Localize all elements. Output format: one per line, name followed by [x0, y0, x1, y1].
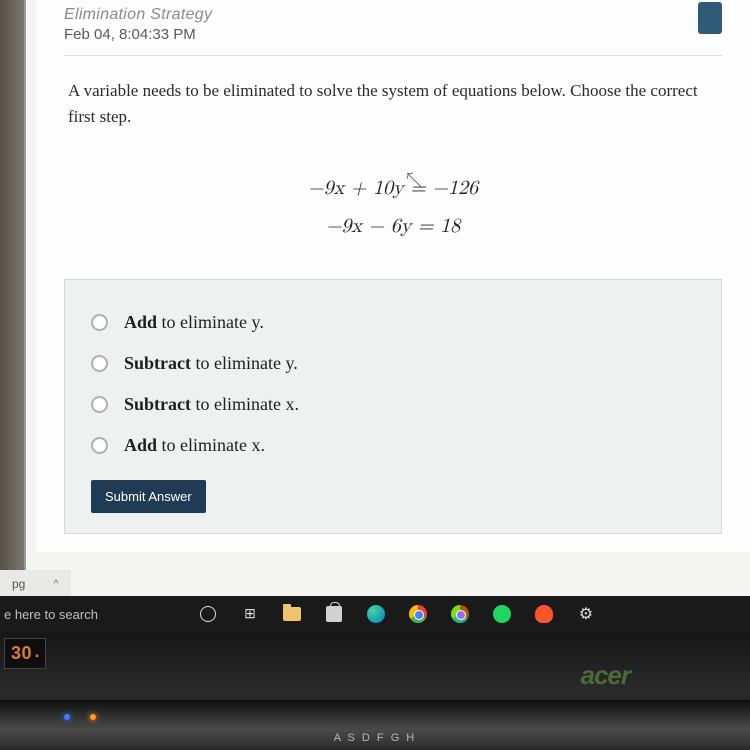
- brave-icon[interactable]: [534, 604, 554, 624]
- keyboard-keys: A S D F G H: [0, 732, 750, 744]
- laptop-brand-logo: acer: [581, 660, 631, 691]
- windows-taskbar: e here to search ⊞ ⚙: [0, 596, 750, 632]
- option-subtract-eliminate-y[interactable]: Subtract to eliminate y.: [91, 343, 695, 384]
- option-add-eliminate-x[interactable]: Add to eliminate x.: [91, 425, 695, 466]
- radio-icon: [91, 396, 108, 413]
- chevron-up-icon[interactable]: ^: [53, 578, 58, 590]
- option-subtract-eliminate-x[interactable]: Subtract to eliminate x.: [91, 384, 695, 425]
- photo-edge: [0, 0, 24, 598]
- task-view-icon[interactable]: ⊞: [240, 604, 260, 624]
- answer-choice-box: Add to eliminate y. Subtract to eliminat…: [64, 279, 722, 534]
- question-panel: Elimination Strategy Feb 04, 8:04:33 PM …: [36, 0, 750, 552]
- laptop-model-badge: 30 ▪: [4, 638, 46, 669]
- file-ext-fragment: pg: [12, 577, 25, 591]
- option-label: Subtract to eliminate x.: [124, 394, 299, 415]
- power-led-icon: [64, 714, 70, 720]
- cortana-icon[interactable]: [198, 604, 218, 624]
- taskbar-icons: ⊞ ⚙: [198, 604, 596, 624]
- spotify-icon[interactable]: [492, 604, 512, 624]
- radio-icon: [91, 314, 108, 331]
- edge-icon[interactable]: [366, 604, 386, 624]
- timestamp: Feb 04, 8:04:33 PM: [64, 26, 212, 43]
- option-label: Subtract to eliminate y.: [124, 353, 298, 374]
- status-leds: [64, 714, 96, 720]
- module-title: Elimination Strategy: [64, 6, 212, 24]
- question-prompt: A variable needs to be eliminated to sol…: [64, 56, 722, 139]
- battery-led-icon: [90, 714, 96, 720]
- settings-icon[interactable]: ⚙: [576, 604, 596, 624]
- equation-1: −9x + 10y = −126: [308, 178, 478, 198]
- submit-answer-button[interactable]: Submit Answer: [91, 480, 206, 513]
- equation-2: −9x − 6y = 18: [326, 216, 460, 236]
- option-label: Add to eliminate y.: [124, 312, 264, 333]
- download-tray: pg ^: [0, 570, 71, 598]
- option-add-eliminate-y[interactable]: Add to eliminate y.: [91, 302, 695, 343]
- option-label: Add to eliminate x.: [124, 435, 265, 456]
- search-input[interactable]: e here to search: [4, 607, 198, 622]
- file-explorer-icon[interactable]: [282, 604, 302, 624]
- chrome-icon[interactable]: [408, 604, 428, 624]
- help-icon[interactable]: [698, 2, 722, 34]
- header-text-block: Elimination Strategy Feb 04, 8:04:33 PM: [64, 6, 212, 43]
- panel-header: Elimination Strategy Feb 04, 8:04:33 PM: [64, 0, 722, 56]
- equation-block: ↖ −9x + 10y = −126 −9x − 6y = 18: [64, 139, 722, 279]
- chrome-canary-icon[interactable]: [450, 604, 470, 624]
- monitor-viewport: Elimination Strategy Feb 04, 8:04:33 PM …: [24, 0, 750, 598]
- radio-icon: [91, 355, 108, 372]
- microsoft-store-icon[interactable]: [324, 604, 344, 624]
- radio-icon: [91, 437, 108, 454]
- mouse-cursor-icon: ↖: [406, 165, 422, 195]
